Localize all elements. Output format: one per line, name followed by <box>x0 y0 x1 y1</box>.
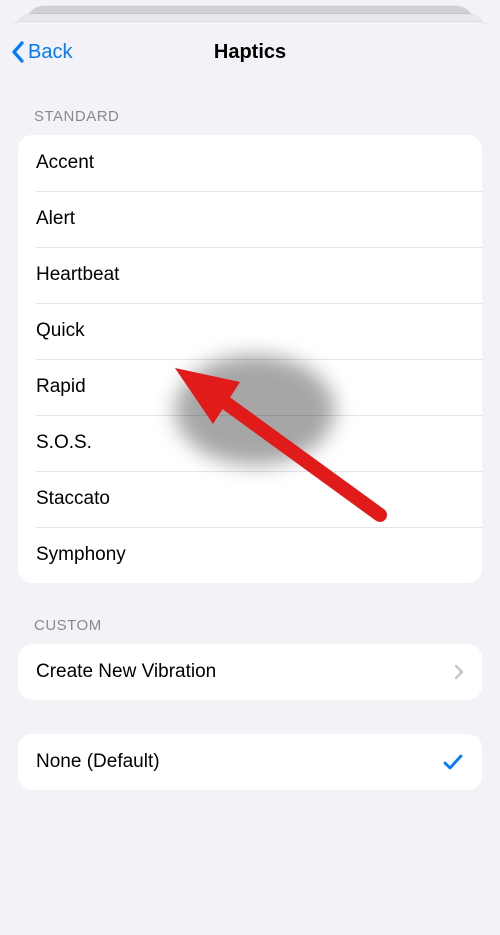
haptic-option-symphony[interactable]: Symphony <box>18 527 482 583</box>
page-title: Haptics <box>214 41 286 64</box>
haptic-option-rapid[interactable]: Rapid <box>18 359 482 415</box>
haptic-option-accent[interactable]: Accent <box>18 135 482 191</box>
section-header-standard: Standard <box>0 80 500 135</box>
haptic-option-quick[interactable]: Quick <box>18 303 482 359</box>
standard-group: Accent Alert Heartbeat Quick Rapid S.O.S… <box>18 135 482 583</box>
checkmark-icon <box>442 751 464 773</box>
custom-group: Create New Vibration <box>18 644 482 700</box>
chevron-left-icon <box>10 40 26 64</box>
option-label: Alert <box>36 208 464 230</box>
option-label: Rapid <box>36 376 464 398</box>
option-label: Symphony <box>36 544 464 566</box>
create-new-vibration[interactable]: Create New Vibration <box>18 644 482 700</box>
option-label: None (Default) <box>36 751 442 773</box>
haptic-option-heartbeat[interactable]: Heartbeat <box>18 247 482 303</box>
option-label: Quick <box>36 320 464 342</box>
create-label: Create New Vibration <box>36 661 454 683</box>
haptic-option-staccato[interactable]: Staccato <box>18 471 482 527</box>
back-label: Back <box>28 41 72 64</box>
section-header-custom: Custom <box>0 583 500 644</box>
none-group: None (Default) <box>18 734 482 790</box>
option-label: Staccato <box>36 488 464 510</box>
haptic-option-sos[interactable]: S.O.S. <box>18 415 482 471</box>
haptic-option-none[interactable]: None (Default) <box>18 734 482 790</box>
back-button[interactable]: Back <box>10 24 72 80</box>
option-label: Heartbeat <box>36 264 464 286</box>
haptic-option-alert[interactable]: Alert <box>18 191 482 247</box>
navigation-bar: Back Haptics <box>0 24 500 80</box>
chevron-right-icon <box>454 664 464 680</box>
option-label: S.O.S. <box>36 432 464 454</box>
option-label: Accent <box>36 152 464 174</box>
settings-sheet: Back Haptics Standard Accent Alert Heart… <box>0 24 500 935</box>
